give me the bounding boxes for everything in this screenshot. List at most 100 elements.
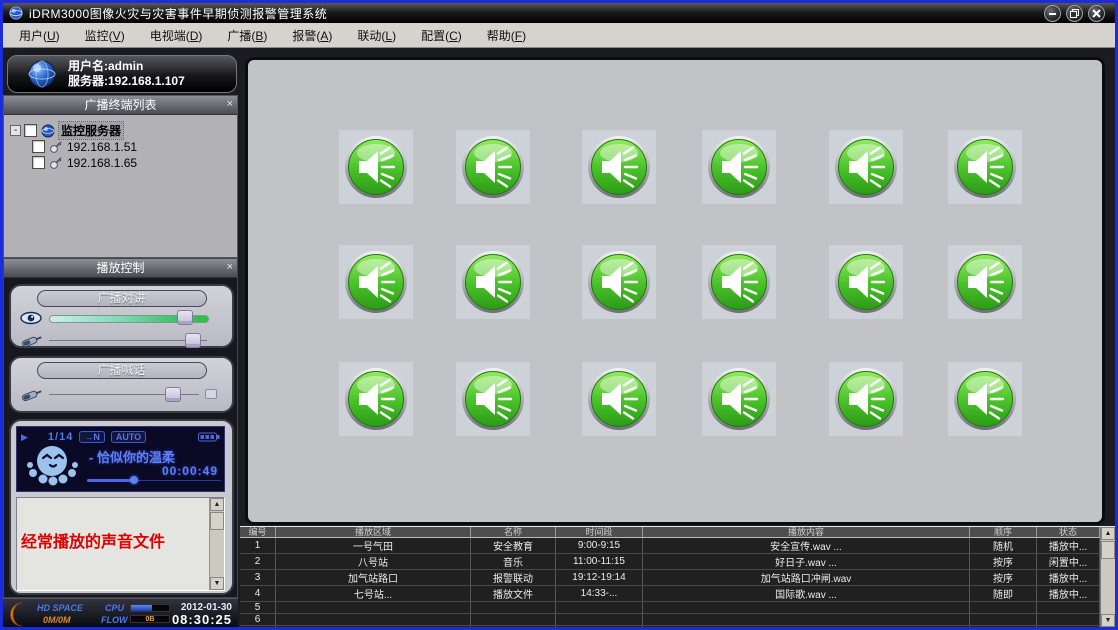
table-cell (471, 602, 556, 613)
speaker-icon[interactable] (834, 250, 898, 314)
scrollbar-thumb[interactable] (210, 512, 224, 530)
speaker-tile[interactable] (702, 362, 776, 436)
speaker-icon[interactable] (461, 135, 525, 199)
speaker-icon[interactable] (344, 135, 408, 199)
speaker-tile[interactable] (829, 130, 903, 204)
menu-item[interactable]: 配置(C) (417, 25, 466, 46)
intercom-button[interactable]: 广播对讲 (37, 290, 207, 307)
menu-item[interactable]: 报警(A) (288, 25, 336, 46)
menu-item[interactable]: 联动(L) (353, 25, 400, 46)
column-header[interactable]: 名称 (471, 527, 556, 538)
slider-thumb[interactable] (177, 310, 193, 325)
speaker-icon[interactable] (587, 135, 651, 199)
table-row[interactable]: 4七号站...播放文件14:33-...国际歌.wav ...随即播放中... (240, 586, 1100, 602)
table-row[interactable]: 7 (240, 626, 1100, 630)
speaker-icon[interactable] (707, 367, 771, 431)
tree-node-label[interactable]: 192.168.1.65 (67, 156, 137, 170)
table-row[interactable]: 6 (240, 614, 1100, 626)
speaker-icon[interactable] (953, 135, 1017, 199)
playback-panel-header[interactable]: 播放控制 × (4, 259, 237, 278)
progress-bar[interactable] (87, 478, 221, 484)
menu-item[interactable]: 用户(U) (15, 25, 64, 46)
mic-volume-slider[interactable] (19, 331, 224, 349)
table-scrollbar[interactable]: ▲ ▼ (1100, 527, 1115, 627)
tree-node-server[interactable]: - 监控服务器 (10, 123, 237, 138)
shout-button[interactable]: 广播喊话 (37, 362, 207, 379)
listbox-scrollbar[interactable]: ▲ ▼ (209, 498, 224, 590)
speaker-icon[interactable] (344, 367, 408, 431)
speaker-icon[interactable] (707, 250, 771, 314)
scroll-up-icon[interactable]: ▲ (1101, 527, 1115, 540)
table-row[interactable]: 1一号气田安全教育9:00-9:15安全宣传.wav ...随机播放中... (240, 538, 1100, 554)
speaker-tile[interactable] (948, 130, 1022, 204)
close-button[interactable] (1088, 5, 1105, 22)
table-row[interactable]: 3加气站路口报警联动19:12-19:14加气站路口冲闸.wav按序播放中... (240, 570, 1100, 586)
speaker-tile[interactable] (582, 130, 656, 204)
speaker-tile[interactable] (339, 362, 413, 436)
column-header[interactable]: 编号 (240, 527, 276, 538)
speaker-tile[interactable] (948, 362, 1022, 436)
table-cell: 随即 (970, 586, 1037, 601)
shout-volume-slider[interactable] (19, 385, 224, 405)
speaker-tile[interactable] (829, 362, 903, 436)
title-bar[interactable]: iDRM3000图像火灾与灾害事件早期侦测报警管理系统 (3, 3, 1115, 23)
minimize-button[interactable] (1044, 5, 1061, 22)
progress-knob[interactable] (130, 476, 138, 484)
table-cell: 14:33-... (556, 586, 643, 601)
speaker-tile[interactable] (829, 245, 903, 319)
menu-item[interactable]: 广播(B) (223, 25, 271, 46)
speaker-tile[interactable] (948, 245, 1022, 319)
scroll-up-icon[interactable]: ▲ (210, 498, 224, 511)
speaker-icon[interactable] (461, 250, 525, 314)
speaker-tile[interactable] (456, 362, 530, 436)
speaker-icon[interactable] (587, 250, 651, 314)
scrollbar-thumb[interactable] (1101, 541, 1115, 559)
terminal-panel-header[interactable]: 广播终端列表 × (4, 96, 237, 115)
sound-file-listbox[interactable]: 经常播放的声音文件 ▲ ▼ (16, 497, 225, 591)
speaker-tile[interactable] (456, 245, 530, 319)
column-header[interactable]: 播放内容 (643, 527, 970, 538)
table-row[interactable]: 5 (240, 602, 1100, 614)
speaker-icon[interactable] (834, 367, 898, 431)
collapse-icon[interactable]: - (10, 125, 21, 136)
tree-node-terminal[interactable]: 192.168.1.65 (10, 155, 237, 170)
minimize-icon (1048, 9, 1057, 18)
table-row[interactable]: 2八号站音乐11:00-11:15好日子.wav ...按序闲置中... (240, 554, 1100, 570)
speaker-tile[interactable] (582, 245, 656, 319)
column-header[interactable]: 状态 (1037, 527, 1100, 538)
speaker-icon[interactable] (461, 367, 525, 431)
speaker-tile[interactable] (702, 245, 776, 319)
speaker-tile[interactable] (339, 130, 413, 204)
scroll-down-icon[interactable]: ▼ (1101, 614, 1115, 627)
column-header[interactable]: 时间段 (556, 527, 643, 538)
speaker-tile[interactable] (456, 130, 530, 204)
speaker-tile[interactable] (582, 362, 656, 436)
terminal-checkbox[interactable] (32, 156, 45, 169)
scroll-down-icon[interactable]: ▼ (210, 577, 224, 590)
slider-track[interactable] (49, 340, 207, 341)
speaker-icon[interactable] (707, 135, 771, 199)
terminal-checkbox[interactable] (32, 140, 45, 153)
monitor-volume-slider[interactable] (19, 309, 224, 329)
tree-node-terminal[interactable]: 192.168.1.51 (10, 139, 237, 154)
speaker-tile[interactable] (339, 245, 413, 319)
panel-close-icon[interactable]: × (227, 96, 233, 112)
restore-button[interactable] (1066, 5, 1083, 22)
tree-node-label[interactable]: 192.168.1.51 (67, 140, 137, 154)
slider-thumb[interactable] (185, 333, 201, 348)
speaker-icon[interactable] (587, 367, 651, 431)
speaker-icon[interactable] (953, 250, 1017, 314)
menu-item[interactable]: 帮助(F) (483, 25, 530, 46)
speaker-tile[interactable] (702, 130, 776, 204)
slider-thumb[interactable] (165, 387, 181, 402)
panel-close-icon[interactable]: × (227, 259, 233, 275)
server-checkbox[interactable] (24, 124, 37, 137)
speaker-icon[interactable] (953, 367, 1017, 431)
speaker-icon[interactable] (834, 135, 898, 199)
speaker-icon[interactable] (344, 250, 408, 314)
column-header[interactable]: 播放区域 (276, 527, 471, 538)
menu-item[interactable]: 电视端(D) (146, 25, 207, 46)
menu-item[interactable]: 监控(V) (81, 25, 129, 46)
tree-node-label[interactable]: 监控服务器 (59, 122, 123, 139)
column-header[interactable]: 顺序 (970, 527, 1037, 538)
